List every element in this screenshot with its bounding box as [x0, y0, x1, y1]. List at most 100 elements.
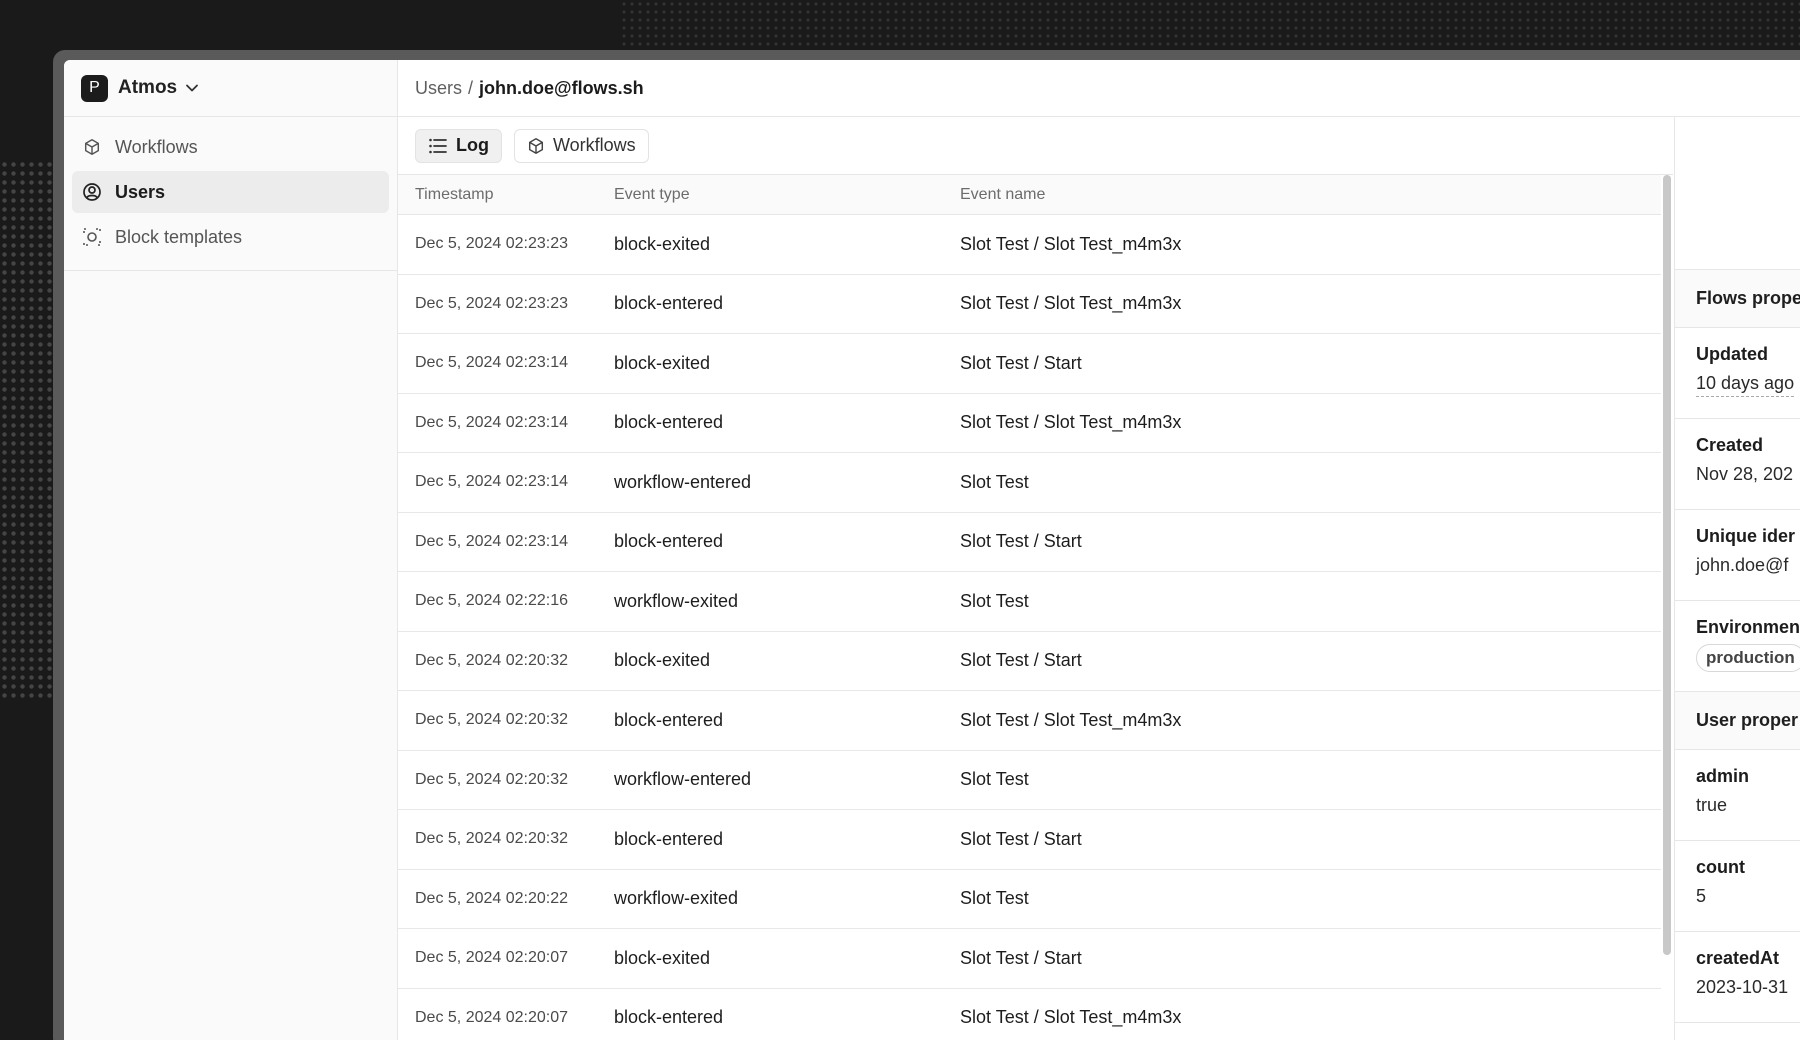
sidebar-item-users[interactable]: Users	[72, 171, 389, 213]
sidebar-item-block-templates[interactable]: Block templates	[72, 216, 389, 258]
column-header-event-name[interactable]: Event name	[960, 186, 1661, 204]
cell-event-name: Slot Test / Start	[960, 828, 1082, 849]
cell-timestamp: Dec 5, 2024 02:20:07	[415, 1008, 569, 1026]
cell-event-type: block-entered	[614, 1007, 724, 1028]
breadcrumb-current: john.doe@flows.sh	[479, 77, 644, 98]
cell-event-name: Slot Test / Start	[960, 650, 1082, 671]
cell-event-type: workflow-exited	[614, 590, 739, 611]
cell-event-name: Slot Test / Start	[960, 352, 1082, 373]
breadcrumb-users-link[interactable]: Users	[415, 78, 462, 99]
table-row[interactable]: Dec 5, 2024 02:20:32 block-entered Slot Te…	[398, 691, 1661, 751]
tab-log[interactable]: Log	[415, 128, 502, 163]
tab-label: Log	[456, 135, 489, 155]
table-row[interactable]: Dec 5, 2024 02:20:07 block-exited Slot Tes…	[398, 929, 1661, 989]
prop-label: createdAt	[1696, 948, 1780, 968]
flows-properties-title: Flows prope	[1675, 270, 1800, 328]
org-switcher[interactable]: P Atmos	[64, 60, 397, 117]
environment-badge: production	[1696, 644, 1800, 672]
main-area: Users / john.doe@flows.sh Log Workflows	[398, 60, 1800, 1040]
cell-event-type: workflow-exited	[614, 888, 739, 909]
prop-label: Updated	[1696, 344, 1768, 364]
prop-label: admin	[1696, 766, 1750, 786]
cell-timestamp: Dec 5, 2024 02:23:14	[415, 354, 569, 372]
cell-event-type: block-exited	[614, 947, 711, 968]
prop-value: true	[1696, 795, 1728, 815]
cell-event-type: block-exited	[614, 233, 711, 254]
cell-timestamp: Dec 5, 2024 02:23:14	[415, 532, 569, 550]
cell-event-type: workflow-entered	[614, 769, 752, 790]
breadcrumb: Users / john.doe@flows.sh	[398, 60, 1800, 117]
prop-value: Nov 28, 202	[1696, 464, 1794, 484]
table-row[interactable]: Dec 5, 2024 02:23:14 block-entered Slot Te…	[398, 394, 1661, 453]
cell-event-type: workflow-entered	[614, 471, 752, 492]
column-header-timestamp[interactable]: Timestamp	[398, 186, 614, 204]
table-row[interactable]: Dec 5, 2024 02:20:32 block-exited Slot Tes…	[398, 632, 1661, 691]
sidebar-item-label: Users	[115, 181, 166, 202]
table-row[interactable]: Dec 5, 2024 02:23:23 block-entered Slot Te…	[398, 275, 1661, 334]
cell-timestamp: Dec 5, 2024 02:20:32	[415, 651, 569, 669]
cube-icon	[527, 137, 545, 155]
org-name: Atmos	[118, 77, 178, 98]
sidebar-nav: Workflows Users Block templates	[64, 117, 397, 271]
prop-value[interactable]: 10 days ago	[1696, 373, 1795, 397]
prop-value: 2023-10-31	[1696, 977, 1789, 997]
sidebar: P Atmos Workflows Users Block templates	[64, 60, 398, 1040]
block-template-icon	[81, 226, 103, 248]
prop-label: Unique ider	[1696, 526, 1796, 546]
table-row[interactable]: Dec 5, 2024 02:23:14 workflow-entered Slot…	[398, 453, 1661, 513]
table-header: Timestamp Event type Event name	[398, 175, 1661, 215]
sidebar-item-label: Workflows	[115, 136, 198, 157]
cell-event-name: Slot Test / Slot Test_m4m3x	[960, 1007, 1182, 1028]
user-circle-icon	[81, 181, 103, 203]
prop-value: john.doe@f	[1696, 555, 1789, 575]
table-row[interactable]: Dec 5, 2024 02:20:32 workflow-entered Slot…	[398, 751, 1661, 810]
cell-timestamp: Dec 5, 2024 02:23:14	[415, 413, 569, 431]
event-log-table: Timestamp Event type Event name Dec 5, 2…	[398, 175, 1661, 1040]
prop-admin: admin true	[1675, 750, 1800, 841]
cell-event-name: Slot Test	[960, 769, 1029, 790]
table-row[interactable]: Dec 5, 2024 02:20:32 block-entered Slot Te…	[398, 810, 1661, 870]
cell-event-name: Slot Test / Slot Test_m4m3x	[960, 293, 1182, 314]
table-row[interactable]: Dec 5, 2024 02:23:14 block-exited Slot Tes…	[398, 334, 1661, 394]
prop-environment: Environmen production	[1675, 601, 1800, 692]
cell-event-type: block-exited	[614, 352, 711, 373]
user-properties-title: User proper	[1675, 692, 1800, 750]
app-window: P Atmos Workflows Users Block templates …	[64, 60, 1800, 1040]
table-row[interactable]: Dec 5, 2024 02:22:16 workflow-exited Slot …	[398, 572, 1661, 632]
cell-timestamp: Dec 5, 2024 02:22:16	[415, 592, 569, 610]
prop-value: 5	[1696, 886, 1707, 906]
cell-timestamp: Dec 5, 2024 02:23:14	[415, 473, 569, 491]
org-avatar: P	[81, 74, 108, 102]
cell-event-name: Slot Test	[960, 590, 1029, 611]
breadcrumb-separator: /	[468, 77, 474, 98]
table-row[interactable]: Dec 5, 2024 02:20:07 block-entered Slot Te…	[398, 989, 1661, 1040]
cell-event-name: Slot Test / Start	[960, 531, 1082, 552]
log-content: Log Workflows Timestamp Event type Event…	[398, 117, 1673, 1040]
cell-event-name: Slot Test / Slot Test_m4m3x	[960, 709, 1182, 730]
cell-event-type: block-entered	[614, 412, 724, 433]
background-pattern-left	[0, 160, 52, 700]
prop-label: Environmen	[1696, 617, 1800, 637]
cell-timestamp: Dec 5, 2024 02:20:32	[415, 770, 569, 788]
cell-event-name: Slot Test / Slot Test_m4m3x	[960, 412, 1182, 433]
cell-timestamp: Dec 5, 2024 02:20:32	[415, 711, 569, 729]
tab-workflows[interactable]: Workflows	[514, 128, 649, 163]
tab-label: Workflows	[553, 135, 636, 155]
table-scrollbar[interactable]	[1663, 175, 1671, 955]
cell-event-name: Slot Test / Slot Test_m4m3x	[960, 233, 1182, 254]
tab-bar: Log Workflows	[398, 117, 1673, 175]
table-row[interactable]: Dec 5, 2024 02:20:22 workflow-exited Slot …	[398, 870, 1661, 929]
background-pattern-top	[620, 0, 1800, 50]
table-row[interactable]: Dec 5, 2024 02:23:14 block-entered Slot Te…	[398, 513, 1661, 572]
cell-event-type: block-entered	[614, 709, 724, 730]
prop-label: Created	[1696, 435, 1764, 455]
prop-updated: Updated 10 days ago	[1675, 328, 1800, 419]
cube-icon	[81, 136, 103, 158]
cell-event-name: Slot Test / Start	[960, 947, 1082, 968]
panel-header-space	[1675, 117, 1800, 270]
prop-created: Created Nov 28, 202	[1675, 419, 1800, 510]
sidebar-item-workflows[interactable]: Workflows	[72, 126, 389, 168]
table-row[interactable]: Dec 5, 2024 02:23:23 block-exited Slot Tes…	[398, 215, 1661, 275]
column-header-event-type[interactable]: Event type	[614, 186, 960, 204]
prop-label: count	[1696, 857, 1745, 877]
